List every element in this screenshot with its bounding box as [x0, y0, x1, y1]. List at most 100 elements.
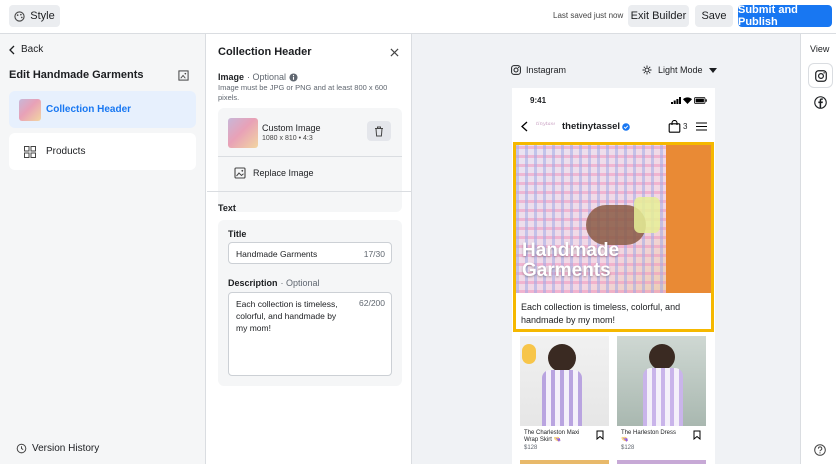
palette-icon	[14, 10, 25, 22]
top-bar: Style Last saved just now Exit Builder S…	[0, 0, 836, 34]
version-history-link[interactable]: Version History	[16, 443, 99, 454]
title-value: Handmade Garments	[236, 249, 318, 259]
version-history-label: Version History	[32, 443, 100, 454]
custom-image-thumbnail	[228, 118, 258, 148]
verified-badge-icon	[622, 122, 630, 131]
caret-down-icon	[708, 67, 717, 73]
title-input[interactable]: Handmade Garments 17/30	[228, 242, 392, 264]
platform-label: Instagram	[526, 65, 567, 75]
instagram-view-button[interactable]	[809, 64, 832, 87]
nav-item-products[interactable]: Products	[9, 133, 196, 170]
save-button[interactable]: Save	[695, 5, 733, 27]
submit-publish-button[interactable]: Submit and Publish	[738, 4, 832, 28]
nav-item-label: Collection Header	[46, 104, 132, 115]
chevron-left-icon	[9, 45, 15, 54]
profile-username: thetinytassel	[562, 121, 621, 132]
exit-builder-button[interactable]: Exit Builder	[628, 5, 689, 27]
product-image-next	[617, 460, 706, 464]
description-count: 62/200	[359, 298, 385, 308]
view-rail: View	[800, 34, 836, 464]
mode-label: Light Mode	[658, 65, 703, 75]
hero-image: Handmade Garments	[516, 145, 711, 293]
cart-button[interactable]: 3	[668, 120, 687, 133]
status-icons	[671, 97, 707, 104]
wifi-icon	[683, 97, 692, 104]
delete-image-button[interactable]	[367, 121, 391, 141]
image-optional: · Optional	[247, 72, 287, 82]
replace-image-label: Replace Image	[253, 168, 314, 178]
info-icon[interactable]	[289, 72, 298, 82]
close-icon[interactable]	[390, 48, 399, 57]
collection-header-preview[interactable]: Handmade Garments Each collection is tim…	[513, 142, 714, 332]
sun-icon	[642, 65, 652, 75]
chevron-left-icon[interactable]	[521, 121, 528, 132]
section-divider	[207, 191, 412, 192]
editor-title: Collection Header	[218, 46, 312, 58]
product-name: The Harleston Dress 👒	[621, 430, 677, 443]
description-value: Each collection is timeless, colorful, a…	[236, 299, 338, 333]
image-label-row: Image · Optional	[218, 72, 298, 82]
hero-image-drink	[634, 197, 660, 233]
product-price: $128	[621, 445, 635, 451]
battery-icon	[694, 97, 707, 104]
title-label: Title	[228, 229, 247, 239]
menu-icon[interactable]	[696, 122, 707, 131]
product-image[interactable]	[520, 336, 609, 426]
help-icon[interactable]	[814, 444, 826, 456]
product-image[interactable]	[617, 336, 706, 426]
product-image-balloon	[522, 344, 536, 364]
instagram-icon	[814, 69, 827, 82]
image-hint: Image must be JPG or PNG and at least 80…	[218, 83, 388, 102]
brand-logo: tinytassel	[536, 121, 555, 127]
editor-panel: Collection Header Image · Optional Image…	[207, 34, 412, 464]
hero-title-line-2: Garments	[522, 260, 611, 281]
history-icon	[16, 443, 27, 454]
facebook-icon	[814, 96, 827, 109]
text-section-title: Text	[218, 203, 236, 213]
description-label: Description	[228, 278, 278, 288]
shopping-bag-icon	[668, 120, 681, 133]
description-label-row: Description · Optional	[228, 278, 320, 288]
view-label: View	[810, 44, 830, 54]
style-button[interactable]: Style	[9, 5, 60, 27]
file-meta: 1080 x 810 • 4:3	[262, 135, 313, 142]
replace-image-button[interactable]: Replace Image	[234, 161, 402, 185]
saved-status: Last saved just now	[553, 11, 624, 20]
bookmark-icon[interactable]	[596, 430, 604, 440]
phone-preview: 9:41 tinytassel thetinytassel 3 Handmade…	[512, 88, 715, 464]
product-image-next	[520, 460, 609, 464]
nav-item-label: Products	[46, 146, 86, 157]
image-icon	[234, 167, 246, 179]
hero-title: Handmade Garments	[522, 241, 619, 281]
hero-description: Each collection is timeless, colorful, a…	[521, 302, 681, 325]
back-button[interactable]: Back	[9, 44, 43, 55]
signal-icon	[671, 97, 681, 104]
trash-icon	[375, 126, 383, 136]
nav-item-collection-header[interactable]: Collection Header	[9, 91, 196, 128]
hero-image-background	[666, 145, 711, 293]
profile-name-row: thetinytassel	[562, 121, 630, 132]
platform-selector[interactable]: Instagram	[511, 65, 566, 75]
facebook-view-button[interactable]	[809, 91, 832, 114]
description-optional: · Optional	[280, 278, 320, 288]
collection-image-icon[interactable]	[178, 70, 189, 81]
mode-selector[interactable]: Light Mode	[642, 65, 717, 75]
thumbnail-image	[19, 98, 41, 121]
image-label: Image	[218, 72, 245, 82]
title-count: 17/30	[363, 249, 385, 259]
product-image-dress	[643, 368, 683, 426]
bookmark-icon[interactable]	[693, 430, 701, 440]
status-time: 9:41	[530, 96, 547, 105]
left-panel: Back Edit Handmade Garments Collection H…	[0, 34, 206, 464]
description-textarea[interactable]: Each collection is timeless, colorful, a…	[228, 292, 392, 376]
product-image-head	[649, 344, 675, 370]
product-name: The Charleston Maxi Wrap Skirt 👒	[524, 430, 580, 443]
image-card: Custom Image 1080 x 810 • 4:3 Replace Im…	[218, 108, 402, 212]
hero-title-line-1: Handmade	[522, 240, 620, 261]
file-name: Custom Image	[262, 123, 321, 133]
divider	[218, 156, 402, 157]
product-image-head	[548, 344, 576, 372]
page-title: Edit Handmade Garments	[9, 69, 144, 81]
grid-icon	[19, 141, 41, 163]
product-price: $128	[524, 445, 538, 451]
